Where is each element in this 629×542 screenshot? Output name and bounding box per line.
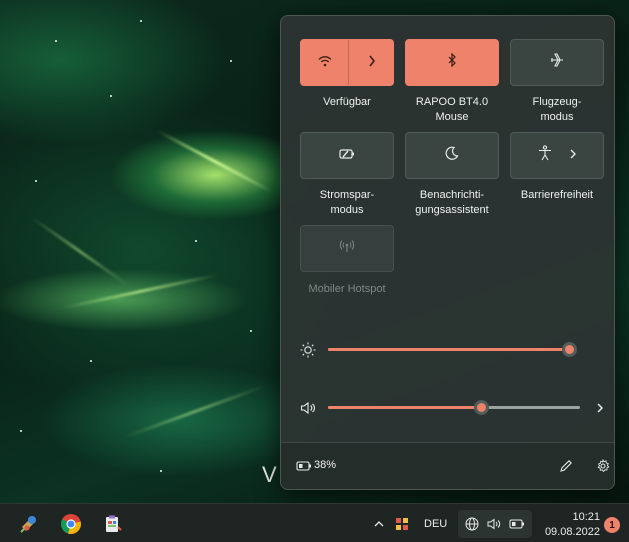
clipboard-icon[interactable]	[101, 512, 125, 536]
battery-tray-icon	[508, 516, 526, 532]
nebula-streak	[61, 273, 219, 310]
battery-saver-tile[interactable]	[300, 132, 394, 179]
battery-saver-tile-label: Stromspar- modus	[319, 189, 375, 216]
airplane-icon	[549, 52, 565, 73]
brightness-slider-thumb[interactable]	[562, 342, 577, 357]
network-globe-icon	[464, 516, 480, 532]
system-tray-button[interactable]	[458, 510, 532, 538]
volume-slider-thumb[interactable]	[474, 400, 489, 415]
tray-app-icon[interactable]	[393, 515, 411, 533]
edit-pencil-icon[interactable]	[556, 456, 576, 476]
chevron-up-icon[interactable]	[371, 516, 387, 532]
sun-icon	[298, 340, 318, 360]
moon-icon	[445, 146, 459, 165]
accessibility-tile-label: Barrierefreiheit	[520, 189, 594, 201]
volume-slider[interactable]	[328, 400, 580, 415]
bluetooth-icon	[447, 52, 457, 72]
nebula-streak	[124, 384, 266, 439]
volume-tray-icon	[486, 516, 502, 532]
battery-percentage[interactable]: 38%	[314, 459, 336, 471]
language-indicator[interactable]: DEU	[424, 518, 447, 530]
clock-button[interactable]: 10:21 09.08.2022	[538, 507, 600, 541]
accessibility-tile[interactable]	[510, 132, 604, 179]
focus-assist-tile[interactable]	[405, 132, 499, 179]
clock-time: 10:21	[572, 511, 600, 523]
airplane-mode-tile-label: Flugzeug- modus	[532, 96, 582, 123]
bluetooth-tile[interactable]	[405, 39, 499, 86]
mobile-hotspot-tile-label: Mobiler Hotspot	[308, 283, 386, 295]
wifi-tile[interactable]	[300, 39, 394, 86]
taskbar: DEU 10:21 09.08.2022 1	[0, 503, 629, 542]
notification-count-badge[interactable]: 1	[604, 517, 620, 533]
wifi-tile-label: Verfügbar	[323, 96, 371, 108]
accessibility-icon	[538, 145, 552, 166]
nebula-streak	[156, 129, 274, 194]
clock-date: 09.08.2022	[544, 526, 600, 538]
hotspot-icon	[339, 239, 355, 258]
wifi-icon	[318, 54, 332, 72]
battery-saver-icon	[339, 147, 355, 165]
brightness-slider[interactable]	[328, 342, 577, 357]
chevron-right-icon	[569, 147, 577, 165]
brightness-slider-fill	[328, 348, 571, 351]
settings-gear-icon[interactable]	[593, 456, 613, 476]
wifi-toggle-button[interactable]	[301, 40, 348, 85]
audio-output-chevron-icon[interactable]	[590, 398, 610, 418]
battery-icon	[295, 458, 313, 474]
chrome-icon[interactable]	[59, 512, 83, 536]
paint-icon[interactable]	[17, 512, 41, 536]
focus-assist-tile-label: Benachrichti- gungsassistent	[415, 189, 489, 216]
mobile-hotspot-tile[interactable]	[300, 225, 394, 272]
bluetooth-tile-label: RAPOO BT4.0 Mouse	[415, 96, 489, 123]
speaker-icon[interactable]	[298, 398, 318, 418]
volume-slider-fill	[328, 406, 481, 409]
airplane-mode-tile[interactable]	[510, 39, 604, 86]
desktop-partial-text: V	[262, 462, 277, 487]
chevron-right-icon	[368, 54, 376, 72]
wifi-expand-button[interactable]	[348, 40, 395, 85]
quick-settings-panel: Verfügbar RAPOO BT4.0 Mouse Flugzeug- mo…	[280, 15, 615, 490]
nebula-streak	[29, 215, 131, 288]
accessibility-expand-button[interactable]	[558, 133, 588, 178]
quick-settings-footer: 38%	[281, 442, 614, 489]
